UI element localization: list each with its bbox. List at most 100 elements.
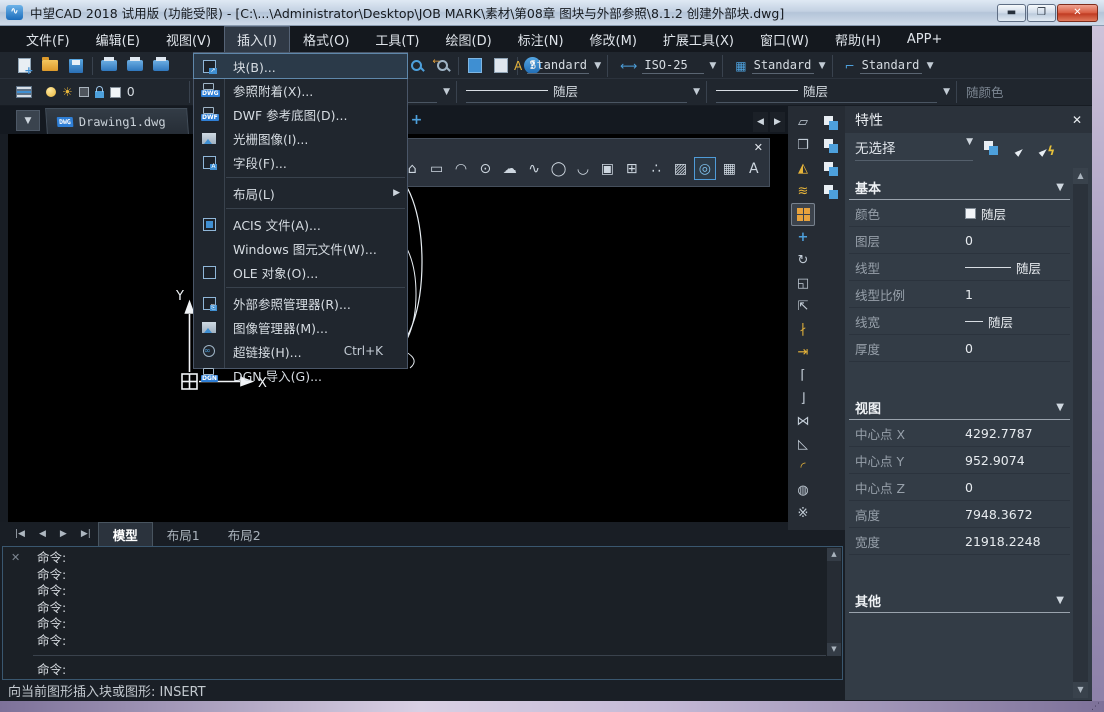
ellipse-icon[interactable]: ◯ (547, 157, 569, 180)
selection-dropdown[interactable]: 无选择▼ (855, 137, 973, 161)
menu-insert[interactable]: 插入(I) (225, 27, 289, 52)
command-scrollbar[interactable]: ▲ ▼ (827, 548, 841, 656)
menu-item-dwf-underlay[interactable]: DWF DWF 参考底图(D)... (194, 102, 407, 126)
move-icon[interactable]: + (791, 226, 815, 249)
break-icon[interactable]: ⌋ (791, 387, 815, 410)
table-icon[interactable]: ▦ (718, 157, 740, 180)
arc-icon[interactable]: ◠ (450, 157, 472, 180)
zoom-realtime-icon[interactable] (406, 56, 426, 76)
menu-app-plus[interactable]: APP+ (895, 29, 954, 50)
toggle-pickadd-icon[interactable] (981, 140, 1001, 159)
menu-help[interactable]: 帮助(H) (823, 27, 893, 52)
menu-format[interactable]: 格式(O) (291, 27, 361, 52)
scroll-up-icon[interactable]: ▲ (1073, 168, 1088, 184)
draw-toolbar-close-icon[interactable]: ✕ (754, 141, 763, 154)
menu-item-field[interactable]: A 字段(F)... (194, 150, 407, 174)
scroll-down-icon[interactable]: ▼ (1073, 682, 1088, 698)
toolbar-scroll-right-icon[interactable]: ▶ (770, 112, 785, 132)
blend-icon[interactable]: ◍ (791, 479, 815, 502)
menu-item-windows-metafile[interactable]: Windows 图元文件(W)... (194, 236, 407, 260)
menu-item-layout[interactable]: 布局(L) ▶ (194, 181, 407, 205)
restore-button[interactable]: ❐ (1027, 4, 1056, 22)
array-icon[interactable] (791, 203, 815, 226)
print-icon[interactable] (99, 56, 119, 76)
chamfer-icon[interactable]: ◺ (791, 433, 815, 456)
first-tab-icon[interactable]: |◀ (8, 529, 32, 539)
offset-icon[interactable]: ≋ (791, 180, 815, 203)
spline-icon[interactable]: ∿ (523, 157, 545, 180)
section-basic[interactable]: 基本 ▼ (849, 176, 1070, 200)
tab-model[interactable]: 模型 (98, 522, 153, 546)
make-block-icon[interactable]: ⊞ (621, 157, 643, 180)
circle-icon[interactable]: ⊙ (474, 157, 496, 180)
rectangle-icon[interactable]: ▭ (425, 157, 447, 180)
new-file-icon[interactable]: + (14, 56, 34, 76)
menu-modify[interactable]: 修改(M) (578, 27, 649, 52)
copy-icon[interactable]: ❒ (791, 134, 815, 157)
menu-draw[interactable]: 绘图(D) (434, 27, 504, 52)
paste-as-block-icon[interactable] (819, 157, 843, 180)
menu-item-xref-manager[interactable]: ⎘ 外部参照管理器(R)... (194, 291, 407, 315)
publish-icon[interactable] (151, 56, 171, 76)
linetype-dropdown[interactable]: 随层 ▼ (460, 81, 707, 103)
dim-style-dropdown[interactable]: ⟷ ISO-25 ▼ (614, 55, 723, 77)
next-tab-icon[interactable]: ▶ (53, 529, 74, 539)
menu-view[interactable]: 视图(V) (154, 27, 223, 52)
mtext-icon[interactable]: A (743, 157, 765, 180)
gradient-icon[interactable]: ◎ (694, 157, 716, 180)
menu-item-dgn-import[interactable]: DGN DGN 导入(G)... (194, 363, 407, 387)
plot-style-dropdown[interactable]: 随颜色 (960, 81, 1088, 103)
section-view[interactable]: 视图 ▼ (849, 396, 1070, 420)
erase-icon[interactable]: ▱ (791, 111, 815, 134)
menu-item-ole-object[interactable]: OLE 对象(O)... (194, 260, 407, 284)
stretch-icon[interactable]: ⇱ (791, 295, 815, 318)
menu-item-raster-image[interactable]: 光栅图像(I)... (194, 126, 407, 150)
layer-dropdown[interactable]: ☀ 0 (40, 81, 190, 103)
menu-file[interactable]: 文件(F) (14, 27, 82, 52)
text-style-dropdown[interactable]: A Standard ▼ (508, 55, 608, 77)
paste-icon[interactable] (819, 134, 843, 157)
trim-icon[interactable]: ∤ (791, 318, 815, 341)
layer-manager-icon[interactable] (14, 83, 34, 103)
zoom-previous-icon[interactable]: ← (432, 56, 452, 76)
print-preview-icon[interactable] (125, 56, 145, 76)
scroll-down-icon[interactable]: ▼ (827, 643, 841, 656)
fillet-icon[interactable]: ◜ (791, 456, 815, 479)
scale-icon[interactable]: ◱ (791, 272, 815, 295)
mleader-style-dropdown[interactable]: ⌐ Standard ▼ (839, 55, 940, 77)
paste-to-original-icon[interactable] (819, 180, 843, 203)
toolbar-scroll-left-icon[interactable]: ◀ (753, 112, 768, 132)
close-button[interactable]: ✕ (1057, 4, 1098, 22)
command-input[interactable]: 命令: (37, 659, 66, 678)
rotate-icon[interactable]: ↻ (791, 249, 815, 272)
point-icon[interactable]: ∴ (645, 157, 667, 180)
explode-icon[interactable]: ※ (791, 502, 815, 525)
minimize-button[interactable]: ▬ (997, 4, 1026, 22)
table-style-dropdown[interactable]: ▦ Standard ▼ (729, 55, 832, 77)
revision-cloud-icon[interactable]: ☁ (499, 157, 521, 180)
resize-grip[interactable]: ⋰ (1091, 702, 1101, 712)
save-icon[interactable] (66, 56, 86, 76)
menu-tools[interactable]: 工具(T) (363, 27, 431, 52)
prev-tab-icon[interactable]: ◀ (32, 529, 53, 539)
lineweight-dropdown[interactable]: 随层 ▼ (710, 81, 957, 103)
menu-item-block[interactable]: ↗ 块(B)... (194, 54, 407, 78)
select-objects-icon[interactable]: ► (1009, 140, 1029, 159)
break-at-point-icon[interactable]: ⌈ (791, 364, 815, 387)
tab-list-dropdown[interactable]: ▼ (16, 110, 40, 131)
properties-scrollbar[interactable]: ▲ ▼ (1073, 168, 1088, 698)
menu-window[interactable]: 窗口(W) (748, 27, 821, 52)
menu-item-attach-reference[interactable]: DWG 参照附着(X)... (194, 78, 407, 102)
copy-clip-icon[interactable] (819, 111, 843, 134)
properties-close-icon[interactable]: ✕ (1072, 113, 1082, 127)
tab-layout1[interactable]: 布局1 (153, 523, 214, 546)
open-file-icon[interactable] (40, 56, 60, 76)
menu-express-tools[interactable]: 扩展工具(X) (651, 27, 746, 52)
ellipse-arc-icon[interactable]: ◡ (572, 157, 594, 180)
quick-select-icon[interactable]: ►ϟ (1037, 140, 1057, 159)
document-tab[interactable]: DWG Drawing1.dwg (45, 108, 189, 134)
menu-item-hyperlink[interactable]: 超链接(H)... Ctrl+K (194, 339, 407, 363)
command-window[interactable]: ✕ 命令: 命令: 命令: 命令: 命令: 命令: 命令: ▲ ▼ (2, 546, 843, 680)
extend-icon[interactable]: ⇥ (791, 341, 815, 364)
new-tab-button[interactable]: + (409, 113, 424, 128)
